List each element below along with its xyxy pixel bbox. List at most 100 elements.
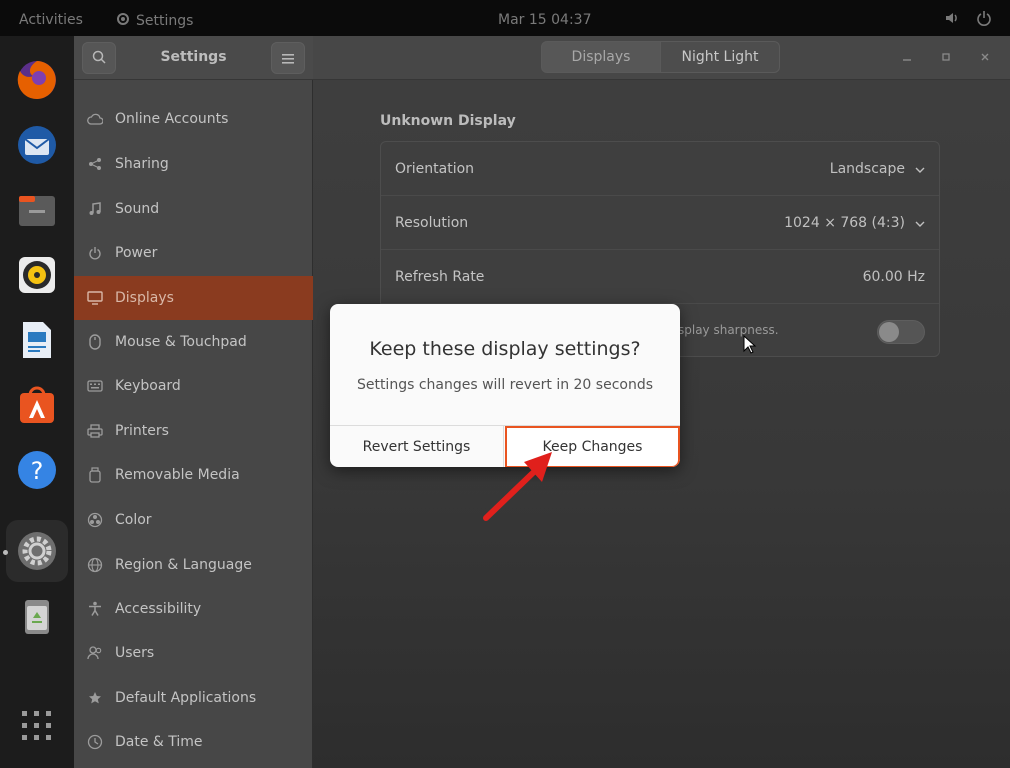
- minimize-button[interactable]: [897, 48, 917, 68]
- globe-icon: [87, 557, 103, 573]
- sidebar-item-online-accounts[interactable]: Online Accounts: [74, 97, 313, 141]
- dialog-message: Settings changes will revert in 20 secon…: [356, 377, 654, 393]
- power-icon: [976, 10, 992, 30]
- partial-description: splay sharpness.: [678, 323, 779, 337]
- rhythmbox-icon[interactable]: [13, 251, 61, 299]
- orientation-row[interactable]: Orientation Landscape: [381, 142, 939, 196]
- minimize-icon: [902, 51, 912, 65]
- sidebar-item-label: Accessibility: [115, 601, 202, 617]
- gear-icon: [116, 12, 130, 30]
- sidebar-item-mouse-touchpad[interactable]: Mouse & Touchpad: [74, 320, 313, 364]
- sidebar-item-label: Keyboard: [115, 378, 181, 394]
- usb-icon: [87, 467, 103, 483]
- sidebar-item-region-language[interactable]: Region & Language: [74, 543, 313, 587]
- tab-label: Night Light: [681, 49, 759, 65]
- sidebar-item-removable-media[interactable]: Removable Media: [74, 453, 313, 497]
- tab-label: Displays: [571, 49, 631, 65]
- running-indicator: [3, 550, 8, 555]
- resolution-dropdown[interactable]: 1024 × 768 (4:3): [784, 215, 925, 231]
- refresh-rate-value: 60.00 Hz: [862, 269, 925, 285]
- orientation-value: Landscape: [829, 161, 905, 177]
- sidebar-item-label: Date & Time: [115, 734, 203, 750]
- maximize-icon: [941, 51, 951, 65]
- power-icon: [87, 245, 103, 261]
- dock: ?: [0, 36, 74, 768]
- accessibility-icon: [87, 601, 103, 617]
- sidebar-item-sharing[interactable]: Sharing: [74, 142, 313, 186]
- tab-displays[interactable]: Displays: [541, 41, 661, 73]
- app-menu[interactable]: Settings: [116, 12, 193, 30]
- sidebar-item-label: Power: [115, 245, 158, 261]
- sidebar-item-label: Users: [115, 645, 155, 661]
- firefox-icon[interactable]: [13, 56, 61, 104]
- sidebar-item-sound[interactable]: Sound: [74, 187, 313, 231]
- users-icon: [87, 645, 103, 661]
- sidebar-item-displays[interactable]: Displays: [74, 276, 313, 320]
- close-button[interactable]: [975, 48, 995, 68]
- dialog-title: Keep these display settings?: [369, 338, 641, 360]
- resolution-value: 1024 × 768 (4:3): [784, 215, 905, 231]
- sidebar-item-label: Displays: [115, 290, 174, 306]
- sidebar-item-label: Sound: [115, 201, 160, 217]
- mouse-pointer-icon: [743, 334, 757, 359]
- system-tray[interactable]: [944, 10, 992, 30]
- toggle-knob: [879, 322, 899, 342]
- scaling-toggle[interactable]: [877, 320, 925, 344]
- libreoffice-writer-icon[interactable]: [13, 316, 61, 364]
- activities-button[interactable]: Activities: [19, 12, 83, 28]
- sidebar-item-default-applications[interactable]: Default Applications: [74, 676, 313, 720]
- app-name: Settings: [136, 13, 194, 29]
- ubuntu-software-icon[interactable]: [13, 381, 61, 429]
- hamburger-icon: [282, 49, 294, 68]
- sidebar-item-label: Color: [115, 512, 152, 528]
- sidebar-item-power[interactable]: Power: [74, 231, 313, 275]
- annotation-arrow-icon: [476, 446, 566, 530]
- sidebar-item-label: Default Applications: [115, 690, 257, 706]
- sidebar-item-date-time[interactable]: Date & Time: [74, 720, 313, 764]
- trash-icon[interactable]: [13, 592, 61, 640]
- confirm-display-dialog: Keep these display settings? Settings ch…: [330, 304, 680, 467]
- sidebar-item-accessibility[interactable]: Accessibility: [74, 587, 313, 631]
- thunderbird-icon[interactable]: [13, 121, 61, 169]
- refresh-rate-label: Refresh Rate: [395, 269, 485, 285]
- chevron-down-icon: [915, 215, 925, 231]
- clock-icon: [87, 734, 103, 750]
- refresh-rate-row[interactable]: Refresh Rate 60.00 Hz: [381, 250, 939, 304]
- chevron-down-icon: [915, 161, 925, 177]
- menu-button[interactable]: [271, 42, 305, 74]
- orientation-label: Orientation: [395, 161, 475, 177]
- share-icon: [87, 156, 103, 172]
- volume-icon: [944, 10, 960, 30]
- sidebar-item-color[interactable]: Color: [74, 498, 313, 542]
- printer-icon: [87, 423, 103, 439]
- sidebar-item-label: Printers: [115, 423, 169, 439]
- clock[interactable]: Mar 15 04:37: [498, 12, 591, 28]
- top-bar: Activities Settings Mar 15 04:37: [0, 0, 1010, 36]
- tab-night-light[interactable]: Night Light: [660, 41, 780, 73]
- help-icon[interactable]: ?: [13, 446, 61, 494]
- sidebar-item-label: Region & Language: [115, 557, 252, 573]
- svg-text:?: ?: [31, 457, 44, 485]
- sidebar: Settings Online Accounts Sharing Sound P…: [74, 36, 313, 768]
- sidebar-header: Settings: [74, 36, 313, 80]
- resolution-label: Resolution: [395, 215, 469, 231]
- section-title: Unknown Display: [380, 113, 516, 129]
- show-apps-icon[interactable]: [13, 702, 61, 750]
- keyboard-icon: [87, 378, 103, 394]
- sidebar-item-keyboard[interactable]: Keyboard: [74, 364, 313, 408]
- settings-icon[interactable]: [13, 527, 61, 575]
- cloud-icon: [87, 111, 103, 127]
- resolution-row[interactable]: Resolution 1024 × 768 (4:3): [381, 196, 939, 250]
- orientation-dropdown[interactable]: Landscape: [830, 161, 925, 177]
- maximize-button[interactable]: [936, 48, 956, 68]
- files-icon[interactable]: [13, 186, 61, 234]
- sidebar-item-printers[interactable]: Printers: [74, 409, 313, 453]
- button-label: Revert Settings: [362, 439, 471, 455]
- sidebar-item-label: Sharing: [115, 156, 169, 172]
- sidebar-item-users[interactable]: Users: [74, 631, 313, 675]
- main-header: Displays Night Light: [313, 36, 1010, 80]
- color-icon: [87, 512, 103, 528]
- star-icon: [87, 690, 103, 706]
- sidebar-item-label: Removable Media: [115, 467, 240, 483]
- sidebar-item-label: Mouse & Touchpad: [115, 334, 247, 350]
